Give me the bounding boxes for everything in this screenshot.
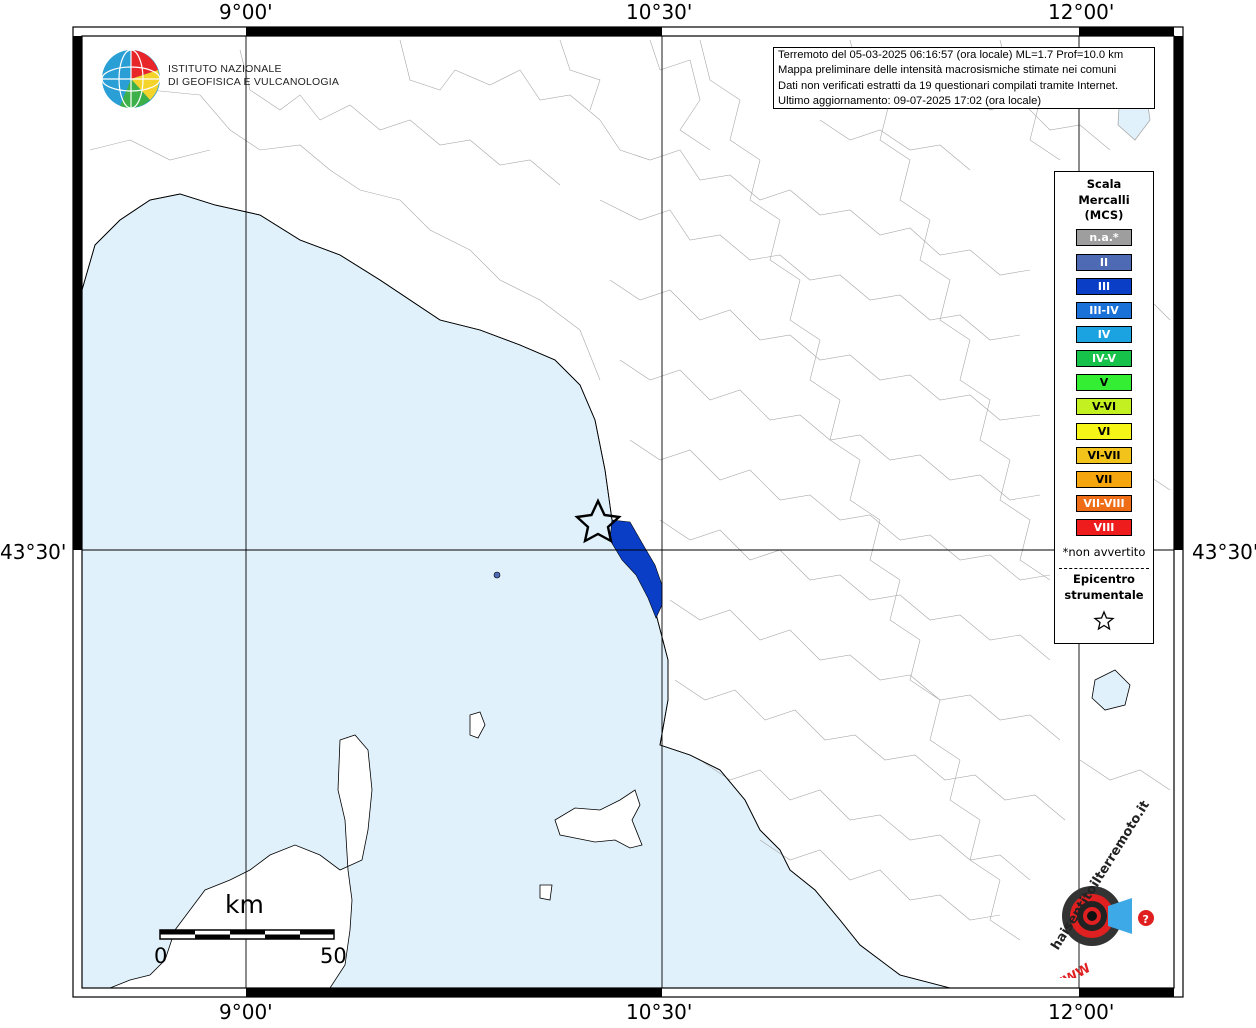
legend-item-vii-viii: VII-VIII xyxy=(1076,495,1132,512)
legend-epicentre-line-1: Epicentro xyxy=(1073,572,1135,586)
institute-line-2: DI GEOFISICA E VULCANOLOGIA xyxy=(168,76,340,88)
scale-end-label: 50 xyxy=(320,944,347,968)
event-info-line-2: Mappa preliminare delle intensità macros… xyxy=(778,64,1117,77)
institute-name: ISTITUTO NAZIONALE DI GEOFISICA E VULCAN… xyxy=(168,63,339,89)
legend-title: Scala Mercalli (MCS) xyxy=(1055,177,1153,224)
legend-star-icon xyxy=(1093,610,1115,631)
ingv-globe-icon xyxy=(101,49,161,109)
lon-label-bottom-2: 10°30' xyxy=(626,1000,693,1024)
badge-www: WWW xyxy=(1049,961,1094,978)
mcs-legend: Scala Mercalli (MCS) n.a.* II III III-IV IV I… xyxy=(1054,171,1154,644)
legend-separator xyxy=(1059,568,1149,569)
event-info-box: Terremoto del 05-03-2025 06:16:57 (ora l… xyxy=(773,47,1155,109)
scale-unit: km xyxy=(225,890,264,919)
legend-item-ii: II xyxy=(1076,254,1132,271)
legend-epicentre-label: Epicentro strumentale xyxy=(1055,572,1153,603)
institute-line-1: ISTITUTO NAZIONALE xyxy=(168,63,282,75)
lon-label-top-2: 10°30' xyxy=(626,0,693,24)
event-info-line-1: Terremoto del 05-03-2025 06:16:57 (ora l… xyxy=(778,49,1124,61)
lon-label-top-1: 9°00' xyxy=(219,0,273,24)
scale-start-label: 0 xyxy=(154,944,168,968)
legend-item-iv: IV xyxy=(1076,326,1132,343)
lon-label-bottom-3: 12°00' xyxy=(1048,1000,1115,1024)
legend-item-v: V xyxy=(1076,374,1132,391)
pianosa-island xyxy=(539,884,553,901)
legend-title-line-3: (MCS) xyxy=(1084,208,1124,222)
legend-item-viii: VIII xyxy=(1076,519,1132,536)
legend-title-line-1: Scala xyxy=(1086,177,1122,191)
legend-title-line-2: Mercalli xyxy=(1078,192,1130,207)
svg-text:?: ? xyxy=(1143,913,1149,926)
lon-label-bottom-1: 9°00' xyxy=(219,1000,273,1024)
event-info-line-3: Dati non verificati estratti da 19 quest… xyxy=(778,79,1119,92)
legend-item-iv-v: IV-V xyxy=(1076,350,1132,367)
event-info-line-4: Ultimo aggiornamento: 09-07-2025 17:02 (… xyxy=(778,94,1042,107)
scale-bar xyxy=(159,929,335,940)
legend-item-vi: VI xyxy=(1076,423,1132,440)
legend-item-v-vi: V-VI xyxy=(1076,398,1132,415)
lon-label-top-3: 12°00' xyxy=(1048,0,1115,24)
haisentito-badge: ? WWW haisentitoilterremoto.it xyxy=(1030,798,1156,995)
lat-label-left: 43°30' xyxy=(0,540,67,564)
ingv-logo xyxy=(100,48,162,114)
legend-note: *non avvertito xyxy=(1062,545,1146,559)
lat-label-right: 43°30' xyxy=(1192,540,1256,564)
legend-item-iii-iv: III-IV xyxy=(1076,302,1132,319)
legend-epicentre-line-2: strumentale xyxy=(1064,587,1144,602)
legend-item-vii: VII xyxy=(1076,471,1132,488)
gorgona-island xyxy=(493,571,501,579)
legend-item-vi-vii: VI-VII xyxy=(1076,447,1132,464)
legend-item-n-a: n.a.* xyxy=(1076,229,1132,246)
legend-item-iii: III xyxy=(1076,278,1132,295)
